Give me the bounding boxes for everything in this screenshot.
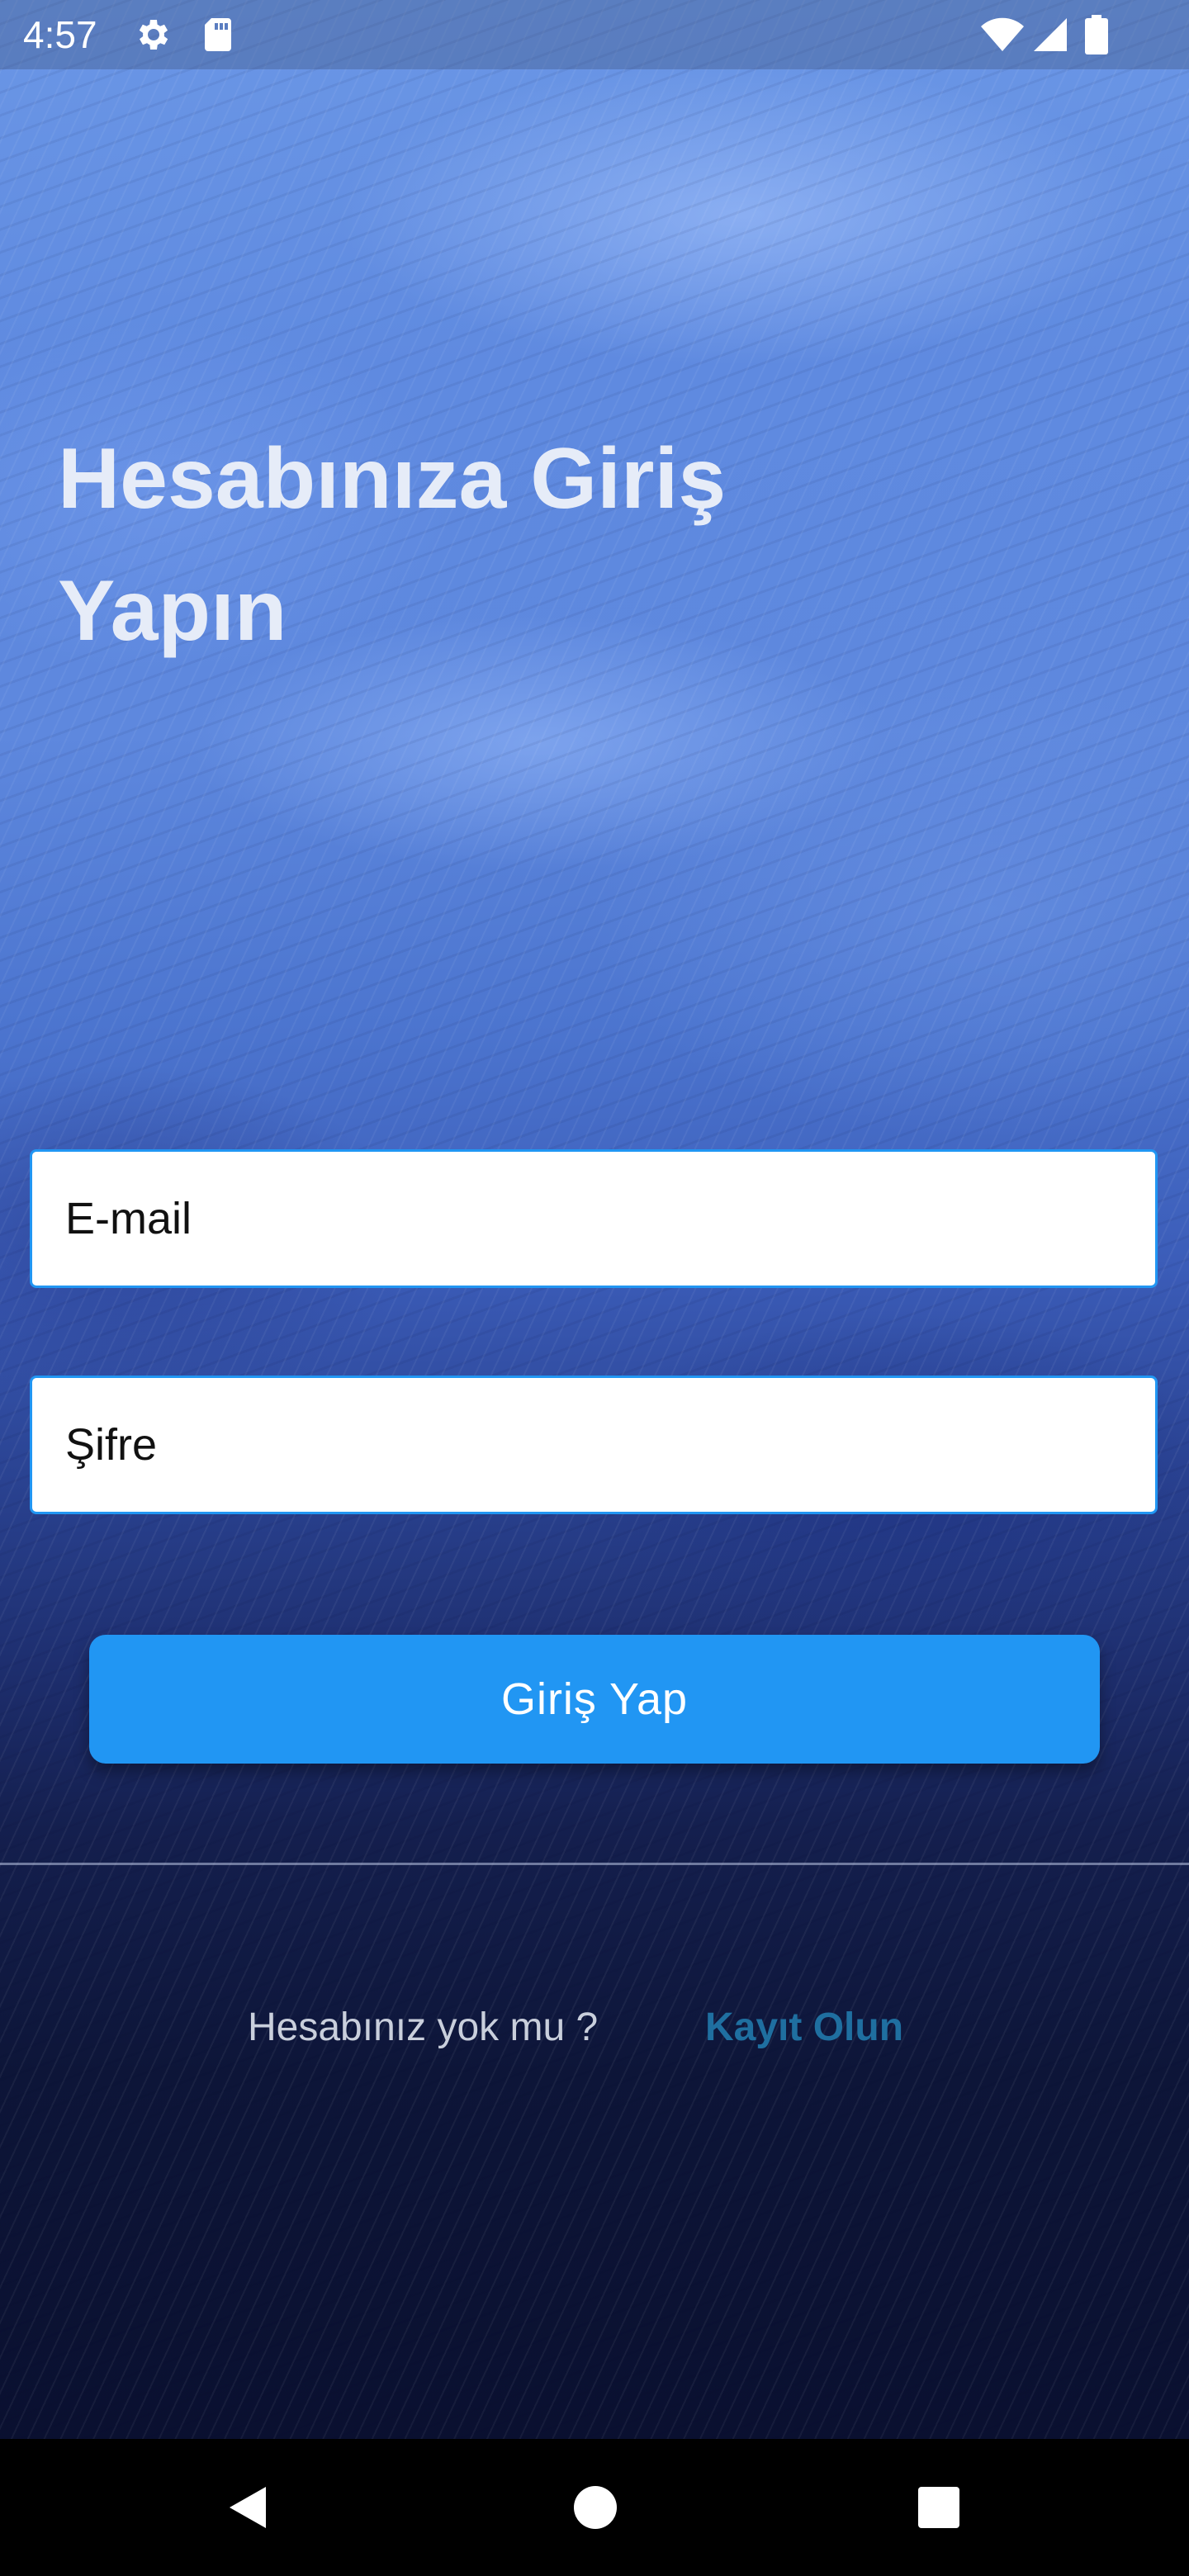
battery-icon: [1082, 15, 1121, 54]
signup-row: Hesabınız yok mu ? Kayıt Olun: [0, 1998, 1189, 2064]
signup-link[interactable]: Kayıt Olun: [705, 2005, 903, 2050]
password-field[interactable]: [30, 1376, 1158, 1514]
sd-card-icon: [198, 15, 238, 54]
divider: [0, 1863, 1189, 1865]
title-line-2: Yapın: [58, 563, 287, 659]
email-field[interactable]: [30, 1149, 1158, 1288]
back-icon[interactable]: [211, 2470, 286, 2545]
login-button[interactable]: Giriş Yap: [89, 1635, 1100, 1764]
signal-icon: [1030, 15, 1070, 54]
recents-icon[interactable]: [902, 2470, 976, 2545]
home-icon[interactable]: [558, 2470, 632, 2545]
status-time: 4:57: [23, 13, 97, 56]
settings-gear-icon: [132, 15, 172, 54]
no-account-text: Hesabınız yok mu ?: [248, 2005, 599, 2049]
page-title: Hesabınıza Giriş Yapın: [58, 413, 883, 677]
navigation-bar: [0, 2439, 1189, 2576]
status-bar: 4:57: [0, 0, 1189, 69]
wifi-icon: [979, 15, 1024, 54]
title-line-1: Hesabınıza Giriş: [58, 431, 727, 527]
login-screen: 4:57 Hesabınıza Giriş Yapın E-mail Giriş…: [0, 0, 1189, 2576]
